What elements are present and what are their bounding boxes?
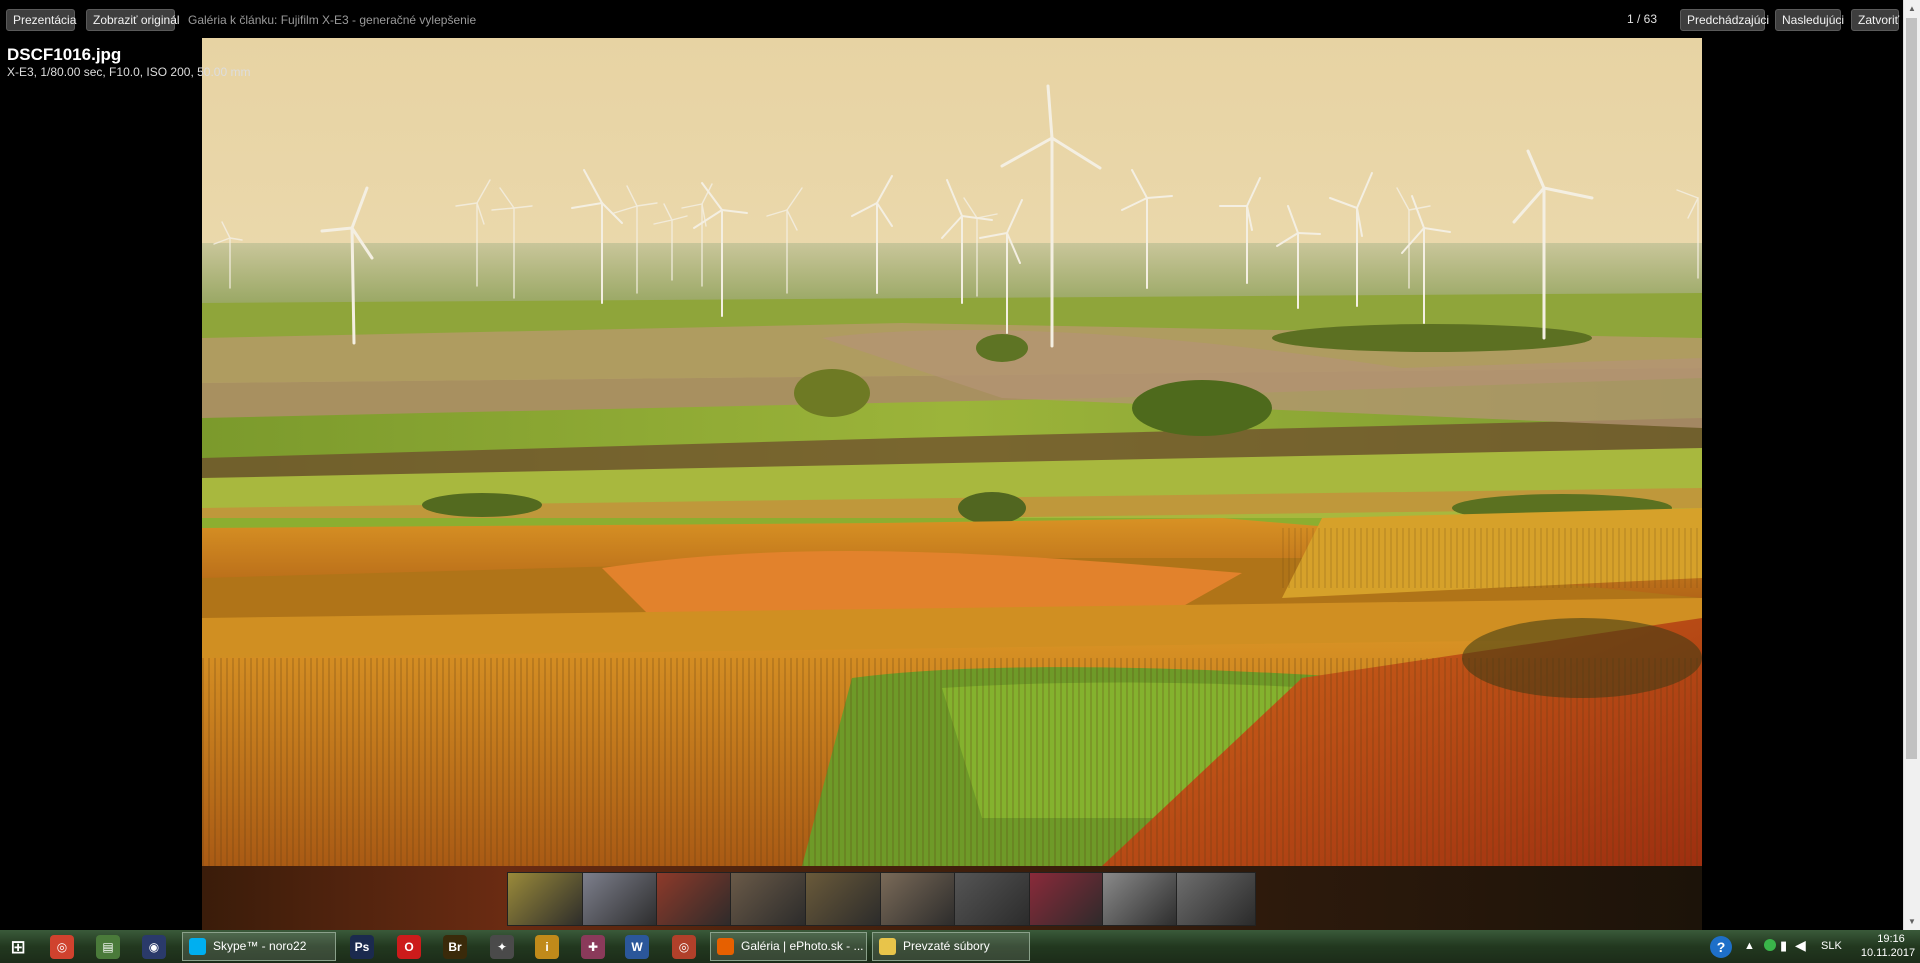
target-icon[interactable]: ◎ bbox=[672, 935, 696, 959]
landscape-thumbnail[interactable] bbox=[507, 872, 587, 926]
gallery-toolbar: Prezentácia Zobraziť originál Galéria k … bbox=[0, 0, 1903, 38]
photoshop-icon[interactable]: Ps bbox=[350, 935, 374, 959]
taskbar-window-0[interactable]: Skype™ - noro22 bbox=[182, 932, 336, 961]
main-photo[interactable] bbox=[202, 38, 1702, 866]
taskbar-window-2[interactable]: Prevzaté súbory bbox=[872, 932, 1030, 961]
bark-thumbnail[interactable] bbox=[730, 872, 810, 926]
volume-icon[interactable]: ◀ bbox=[1795, 937, 1806, 954]
word-icon[interactable]: W bbox=[625, 935, 649, 959]
clock-time[interactable]: 19:16 bbox=[1868, 933, 1914, 945]
folder-icon bbox=[879, 938, 896, 955]
firefox-icon bbox=[717, 938, 734, 955]
taskbar-window-label: Prevzaté súbory bbox=[903, 939, 990, 953]
gallery-title: Galéria k článku: Fujifilm X-E3 - genera… bbox=[188, 13, 477, 27]
windows-start-icon[interactable]: ⊞ bbox=[6, 935, 30, 959]
security-icon[interactable] bbox=[1764, 939, 1776, 951]
network-tray-icon[interactable]: ▮ bbox=[1780, 938, 1787, 954]
skype-icon bbox=[189, 938, 206, 955]
network-icon[interactable]: ✚ bbox=[581, 935, 605, 959]
close-button[interactable]: Zatvoriť bbox=[1851, 9, 1899, 31]
clock-date[interactable]: 10.11.2017 bbox=[1858, 947, 1918, 959]
vertical-scrollbar[interactable]: ▲ ▼ bbox=[1903, 0, 1920, 930]
previous-button[interactable]: Predchádzajúci bbox=[1680, 9, 1769, 31]
photo-exif: X-E3, 1/80.00 sec, F10.0, ISO 200, 50.00… bbox=[7, 65, 251, 79]
windows-taskbar: ⊞ ◎ ▤ ◉ Ps O Br ✦ i ✚ W ◎ Skype™ - noro22 Galéria |… bbox=[0, 930, 1920, 963]
show-original-button[interactable]: Zobraziť originál bbox=[86, 9, 180, 31]
chrome-icon[interactable]: ◎ bbox=[50, 935, 74, 959]
berries-thumbnail[interactable] bbox=[1029, 872, 1109, 926]
scrollbar-thumb[interactable] bbox=[1906, 18, 1917, 759]
presentation-button[interactable]: Prezentácia bbox=[6, 9, 76, 31]
app-icon[interactable]: ◉ bbox=[142, 935, 166, 959]
scroll-down-icon[interactable]: ▼ bbox=[1904, 913, 1920, 930]
opera-icon[interactable]: O bbox=[397, 935, 421, 959]
fabric-thumbnail[interactable] bbox=[582, 872, 662, 926]
language-indicator[interactable]: SLK bbox=[1821, 940, 1842, 952]
taskbar-window-label: Skype™ - noro22 bbox=[213, 939, 307, 953]
info-icon[interactable]: i bbox=[535, 935, 559, 959]
grapes-bw-thumbnail[interactable] bbox=[954, 872, 1034, 926]
thumbnail-strip bbox=[202, 866, 1702, 930]
bridge-icon[interactable]: Br bbox=[443, 935, 467, 959]
image-counter: 1 / 63 bbox=[1627, 12, 1658, 26]
scroll-up-icon[interactable]: ▲ bbox=[1904, 0, 1920, 17]
grapes-thumbnail[interactable] bbox=[880, 872, 960, 926]
photo-filename: DSCF1016.jpg bbox=[7, 45, 122, 64]
landscape-image bbox=[202, 38, 1702, 866]
help-icon[interactable]: ? bbox=[1710, 936, 1732, 958]
taskbar-window-label: Galéria | ePhoto.sk - ... bbox=[741, 939, 864, 953]
tray-expand-icon[interactable]: ▲ bbox=[1744, 940, 1755, 952]
statue-thumbnail[interactable] bbox=[1102, 872, 1182, 926]
leaf-thumbnail[interactable] bbox=[805, 872, 885, 926]
next-button[interactable]: Nasledujúci bbox=[1775, 9, 1844, 31]
taskbar-window-1[interactable]: Galéria | ePhoto.sk - ... bbox=[710, 932, 867, 961]
game-icon[interactable]: ✦ bbox=[490, 935, 514, 959]
file-manager-icon[interactable]: ▤ bbox=[96, 935, 120, 959]
statue-bw-thumbnail[interactable] bbox=[1176, 872, 1256, 926]
red-leaves-thumbnail[interactable] bbox=[656, 872, 736, 926]
gallery-viewer: Prezentácia Zobraziť originál Galéria k … bbox=[0, 0, 1903, 930]
